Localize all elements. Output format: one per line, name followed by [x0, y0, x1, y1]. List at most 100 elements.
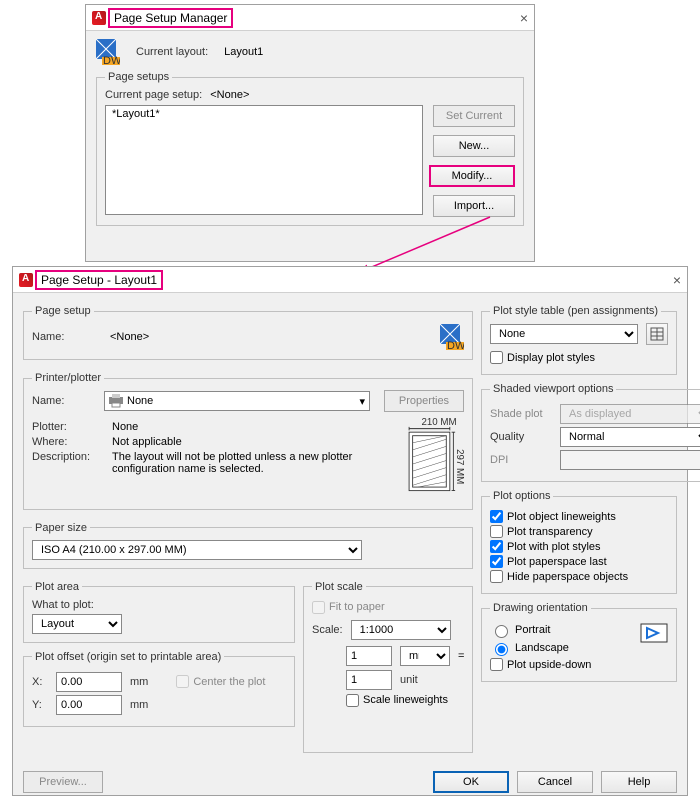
y-label: Y: [32, 699, 48, 711]
display-plot-styles-checkbox[interactable] [490, 351, 503, 364]
current-layout-value: Layout1 [224, 46, 263, 58]
plot-offset-group: Plot offset (origin set to printable are… [23, 651, 295, 727]
titlebar: Page Setup - Layout1 × [13, 267, 687, 293]
center-plot-checkbox [176, 675, 189, 688]
plot-style-edit-button[interactable] [646, 323, 668, 345]
dpi-input [560, 450, 700, 470]
plot-scale-group: Plot scale Fit to paper Scale: 1:1000 mm… [303, 581, 473, 753]
window-title: Page Setup Manager [108, 8, 233, 28]
quality-label: Quality [490, 431, 552, 443]
plot-with-plot-styles-label: Plot with plot styles [507, 541, 601, 553]
dialog-title: Page Setup - Layout1 [35, 270, 163, 290]
orientation-legend: Drawing orientation [490, 602, 591, 614]
cancel-button[interactable]: Cancel [517, 771, 593, 793]
paper-size-legend: Paper size [32, 522, 90, 534]
scale-lineweights-checkbox[interactable] [346, 694, 359, 707]
help-button[interactable]: Help [601, 771, 677, 793]
plot-options-group: Plot options Plot object lineweights Plo… [481, 490, 677, 594]
fit-to-paper-checkbox [312, 601, 325, 614]
name-label: Name: [32, 331, 102, 343]
plot-style-select[interactable]: None [490, 324, 638, 344]
paper-size-group: Paper size ISO A4 (210.00 x 297.00 MM) [23, 522, 473, 569]
close-icon[interactable]: × [520, 10, 528, 26]
svg-text:DWG: DWG [447, 340, 464, 350]
drawing-orientation-group: Drawing orientation Portrait Landscape P… [481, 602, 677, 682]
pst-legend: Plot style table (pen assignments) [490, 305, 661, 317]
hide-paperspace-label: Hide paperspace objects [507, 571, 628, 583]
quality-select[interactable]: Normal [560, 427, 700, 447]
page-setup-manager-window: Page Setup Manager × DWG Current layout:… [85, 4, 535, 262]
scale-a-unit-select[interactable]: mm [400, 646, 450, 666]
import-button[interactable]: Import... [433, 195, 515, 217]
center-plot-label: Center the plot [193, 676, 265, 688]
modify-button[interactable]: Modify... [429, 165, 515, 187]
ok-button[interactable]: OK [433, 771, 509, 793]
x-label: X: [32, 676, 48, 688]
display-plot-styles-label: Display plot styles [507, 352, 595, 364]
current-page-setup-value: <None> [210, 89, 249, 101]
shade-plot-label: Shade plot [490, 408, 552, 420]
properties-button[interactable]: Properties [384, 390, 464, 412]
landscape-radio[interactable] [495, 643, 508, 656]
paper-preview: 210 MM 297 MM [402, 418, 464, 501]
plot-paperspace-last-label: Plot paperspace last [507, 556, 607, 568]
scale-a-input[interactable] [346, 646, 392, 666]
list-item[interactable]: *Layout1* [106, 106, 422, 122]
shade-plot-select: As displayed [560, 404, 700, 424]
fit-to-paper-label: Fit to paper [329, 601, 385, 613]
scale-select[interactable]: 1:1000 [351, 620, 451, 640]
chevron-down-icon: ▾ [355, 395, 369, 408]
page-setups-list[interactable]: *Layout1* [105, 105, 423, 215]
titlebar: Page Setup Manager × [86, 5, 534, 31]
close-icon[interactable]: × [673, 272, 681, 288]
autocad-icon [19, 273, 33, 287]
where-value: Not applicable [112, 436, 182, 448]
plot-object-lineweights-checkbox[interactable] [490, 510, 503, 523]
svo-legend: Shaded viewport options [490, 383, 616, 395]
scale-b-unit: unit [400, 674, 418, 686]
plot-paperspace-last-checkbox[interactable] [490, 555, 503, 568]
description-label: Description: [32, 451, 104, 463]
what-to-plot-label: What to plot: [32, 599, 286, 611]
svg-text:297 MM: 297 MM [454, 449, 464, 484]
current-layout-label: Current layout: [136, 46, 208, 58]
scale-lineweights-label: Scale lineweights [363, 694, 448, 706]
portrait-radio[interactable] [495, 625, 508, 638]
page-setup-name: <None> [110, 331, 149, 343]
plot-upside-down-checkbox[interactable] [490, 658, 503, 671]
page-setup-legend: Page setup [32, 305, 94, 317]
page-setups-legend: Page setups [105, 71, 172, 83]
scale-label: Scale: [312, 624, 343, 636]
page-setup-group: Page setup Name: <None> DWG [23, 305, 473, 360]
plot-style-table-group: Plot style table (pen assignments) None … [481, 305, 677, 375]
printer-name-select[interactable]: None ▾ [104, 391, 370, 411]
where-label: Where: [32, 436, 104, 448]
svg-text:210 MM: 210 MM [421, 418, 456, 428]
preview-button[interactable]: Preview... [23, 771, 103, 793]
plot-options-legend: Plot options [490, 490, 553, 502]
autocad-icon [92, 11, 106, 25]
svg-text:DWG: DWG [103, 55, 120, 65]
new-button[interactable]: New... [433, 135, 515, 157]
plot-scale-legend: Plot scale [312, 581, 366, 593]
what-to-plot-select[interactable]: Layout [32, 614, 122, 634]
y-input[interactable] [56, 695, 122, 715]
y-unit: mm [130, 699, 148, 711]
printer-name-value: None [127, 395, 153, 407]
hide-paperspace-checkbox[interactable] [490, 570, 503, 583]
printer-plotter-group: Printer/plotter Name: None ▾ Properties … [23, 372, 473, 510]
scale-b-input[interactable] [346, 670, 392, 690]
plot-transparency-checkbox[interactable] [490, 525, 503, 538]
set-current-button[interactable]: Set Current [433, 105, 515, 127]
plot-offset-legend: Plot offset (origin set to printable are… [32, 651, 224, 663]
description-value: The layout will not be plotted unless a … [112, 451, 394, 475]
x-input[interactable] [56, 672, 122, 692]
plot-area-group: Plot area What to plot: Layout [23, 581, 295, 643]
printer-icon [108, 394, 124, 408]
printer-legend: Printer/plotter [32, 372, 104, 384]
dwg-icon: DWG [96, 39, 120, 65]
dwg-icon: DWG [440, 324, 464, 350]
x-unit: mm [130, 676, 148, 688]
paper-size-select[interactable]: ISO A4 (210.00 x 297.00 MM) [32, 540, 362, 560]
plot-with-plot-styles-checkbox[interactable] [490, 540, 503, 553]
